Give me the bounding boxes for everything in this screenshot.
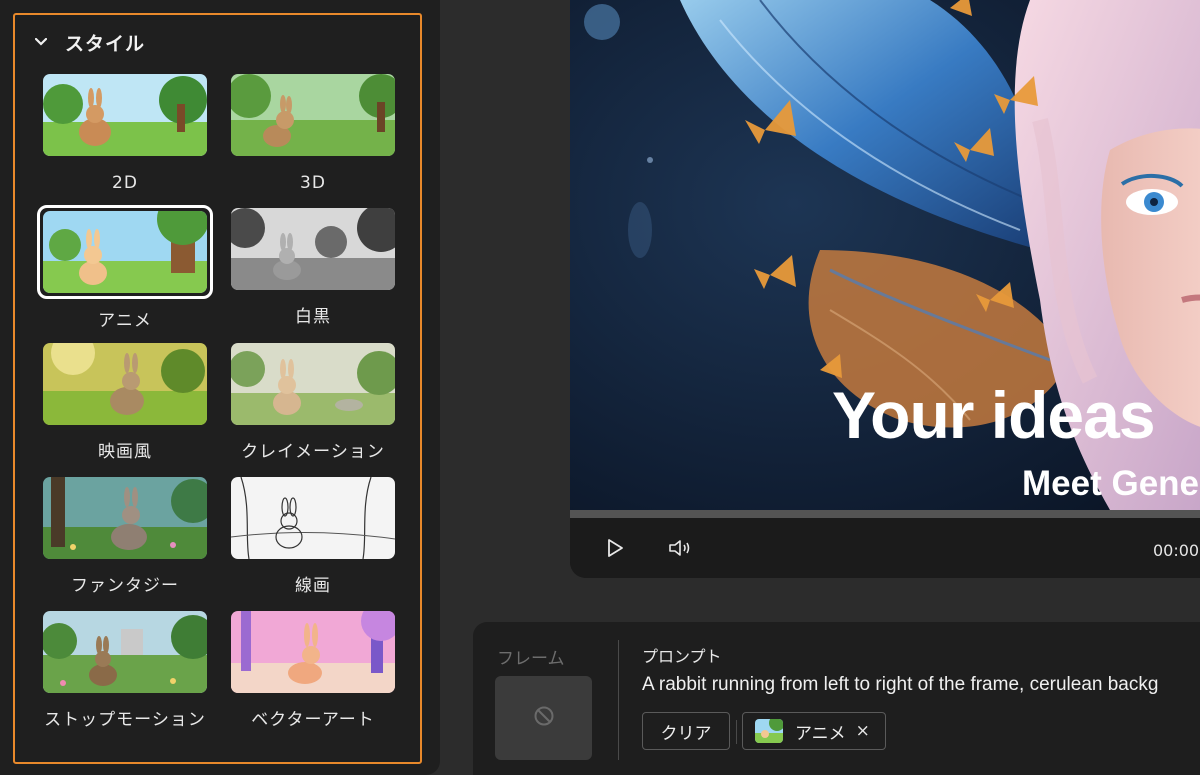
style-tile-monochrome[interactable]: 白黒 bbox=[230, 208, 396, 330]
selected-outline bbox=[37, 205, 213, 299]
prompt-label: プロンプト bbox=[642, 647, 722, 666]
style-tile-2d[interactable]: 2D bbox=[42, 74, 208, 196]
style-panel: スタイル 2D 3D アニメ 白黒 映画風 クレイメーション ファンタジー 線画… bbox=[0, 0, 440, 775]
video-headline: Your ideas bbox=[832, 378, 1156, 452]
video-subheadline: Meet Gene bbox=[1022, 464, 1199, 503]
no-frame-icon bbox=[533, 705, 555, 731]
style-label: アニメ bbox=[98, 311, 152, 331]
style-label: 2D bbox=[112, 173, 138, 193]
style-thumbnail bbox=[231, 74, 395, 156]
style-tile-cinematic[interactable]: 映画風 bbox=[42, 343, 208, 465]
style-thumbnail bbox=[231, 208, 395, 290]
style-section-header[interactable]: スタイル bbox=[35, 29, 145, 55]
clear-button-label: クリア bbox=[660, 723, 712, 744]
volume-icon bbox=[667, 537, 693, 563]
play-icon bbox=[604, 537, 626, 563]
style-label: 3D bbox=[300, 173, 326, 193]
progress-bar[interactable] bbox=[570, 510, 1200, 518]
style-label: ベクターアート bbox=[251, 710, 375, 730]
style-tile-vector-art[interactable]: ベクターアート bbox=[230, 611, 396, 733]
style-chip-thumbnail bbox=[755, 719, 783, 743]
prompt-input[interactable]: A rabbit running from left to right of t… bbox=[642, 674, 1158, 696]
style-tile-anime[interactable]: アニメ bbox=[37, 205, 213, 334]
style-chip-label: アニメ bbox=[795, 723, 846, 744]
style-label: ストップモーション bbox=[44, 710, 206, 730]
divider bbox=[618, 640, 619, 760]
style-label: 線画 bbox=[295, 576, 331, 596]
playback-time: 00:00 bbox=[1153, 541, 1200, 560]
style-thumbnail bbox=[231, 343, 395, 425]
style-chip[interactable]: アニメ × bbox=[742, 712, 886, 750]
style-tile-line-art[interactable]: 線画 bbox=[230, 477, 396, 599]
style-thumbnail bbox=[43, 477, 207, 559]
chip-divider bbox=[736, 720, 737, 744]
style-tile-3d[interactable]: 3D bbox=[230, 74, 396, 196]
style-tile-claymation[interactable]: クレイメーション bbox=[230, 343, 396, 465]
video-player: Your ideas Meet Gene 00:00 bbox=[570, 0, 1200, 578]
frame-selector[interactable] bbox=[495, 676, 592, 760]
style-label: ファンタジー bbox=[71, 576, 179, 596]
prompt-bar: フレーム プロンプト A rabbit running from left to… bbox=[473, 622, 1200, 775]
play-button[interactable] bbox=[601, 536, 629, 564]
style-thumbnail bbox=[231, 611, 395, 693]
style-label: 映画風 bbox=[98, 442, 152, 462]
style-thumbnail bbox=[43, 74, 207, 156]
clear-button[interactable]: クリア bbox=[642, 712, 730, 750]
style-thumbnail bbox=[43, 343, 207, 425]
style-thumbnail bbox=[43, 211, 207, 293]
style-tile-stop-motion[interactable]: ストップモーション bbox=[42, 611, 208, 733]
close-icon[interactable]: × bbox=[856, 721, 870, 741]
style-tile-fantasy[interactable]: ファンタジー bbox=[42, 477, 208, 599]
style-thumbnail bbox=[231, 477, 395, 559]
style-section: スタイル 2D 3D アニメ 白黒 映画風 クレイメーション ファンタジー 線画… bbox=[13, 13, 422, 764]
frame-label: フレーム bbox=[497, 649, 565, 669]
player-controls: 00:00 bbox=[570, 518, 1200, 578]
video-preview[interactable]: Your ideas Meet Gene bbox=[570, 0, 1200, 510]
style-label: クレイメーション bbox=[241, 442, 385, 462]
style-thumbnail bbox=[43, 611, 207, 693]
volume-button[interactable] bbox=[666, 536, 694, 564]
chevron-down-icon[interactable] bbox=[35, 36, 47, 48]
section-title: スタイル bbox=[65, 32, 146, 55]
style-label: 白黒 bbox=[295, 307, 331, 327]
